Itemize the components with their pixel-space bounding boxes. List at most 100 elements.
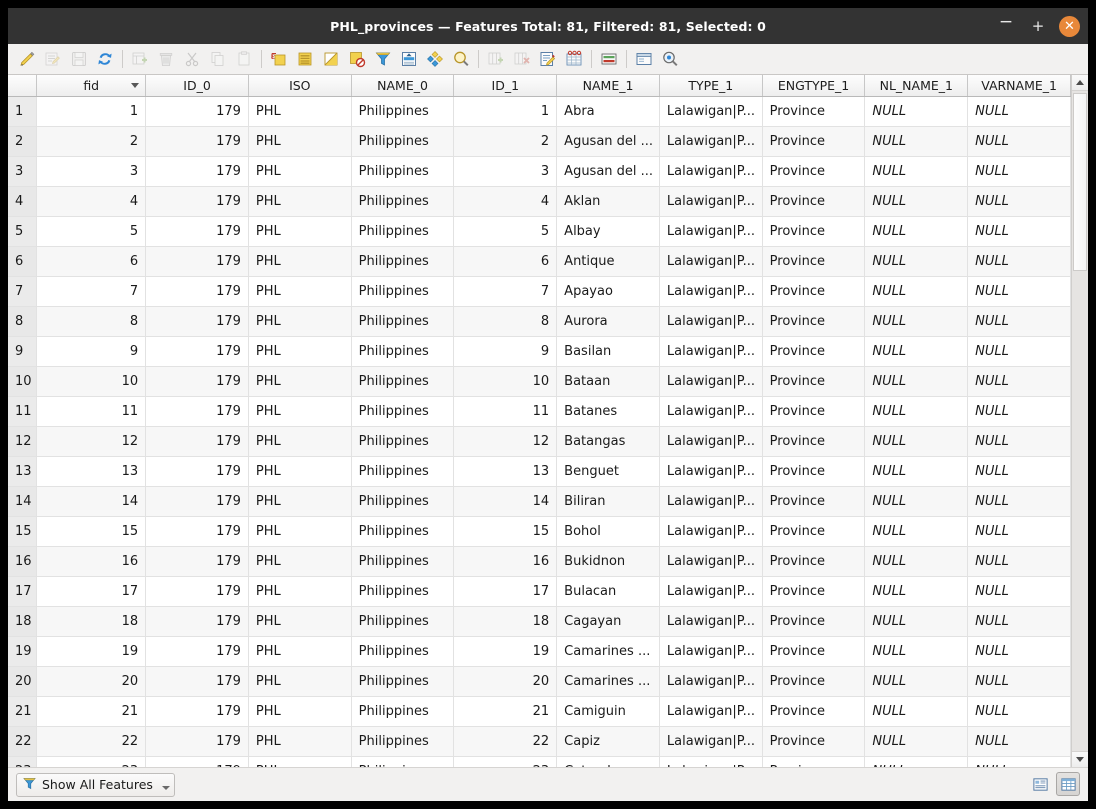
cell-name_0[interactable]: Philippines [351, 486, 454, 516]
cell-id_1[interactable]: 14 [454, 486, 557, 516]
cell-id_0[interactable]: 179 [146, 666, 249, 696]
cell-iso[interactable]: PHL [248, 606, 351, 636]
cell-engtype_1[interactable]: Province [762, 246, 865, 276]
cell-name_1[interactable]: Camarines ... [557, 636, 660, 666]
cell-id_1[interactable]: 18 [454, 606, 557, 636]
filter-selection-icon[interactable] [370, 46, 396, 72]
cell-id_1[interactable]: 4 [454, 186, 557, 216]
cell-id_1[interactable]: 3 [454, 156, 557, 186]
cell-name_0[interactable]: Philippines [351, 516, 454, 546]
table-row[interactable]: 2020179PHLPhilippines20Camarines ...Lala… [8, 666, 1071, 696]
table-row[interactable]: 99179PHLPhilippines9BasilanLalawigan|P..… [8, 336, 1071, 366]
cell-name_1[interactable]: Albay [557, 216, 660, 246]
add-feature-icon[interactable] [127, 46, 153, 72]
cell-name_1[interactable]: Bohol [557, 516, 660, 546]
cell-type_1[interactable]: Lalawigan|P... [659, 396, 762, 426]
field-calculator-icon[interactable] [535, 46, 561, 72]
table-row[interactable]: 55179PHLPhilippines5AlbayLalawigan|P...P… [8, 216, 1071, 246]
table-row[interactable]: 1212179PHLPhilippines12BatangasLalawigan… [8, 426, 1071, 456]
cell-nl_name_1[interactable]: NULL [865, 126, 968, 156]
row-header[interactable]: 23 [8, 756, 37, 767]
cell-nl_name_1[interactable]: NULL [865, 516, 968, 546]
close-button[interactable]: ✕ [1059, 16, 1080, 37]
cell-engtype_1[interactable]: Province [762, 276, 865, 306]
cell-fid[interactable]: 3 [37, 156, 146, 186]
table-row[interactable]: 1515179PHLPhilippines15BoholLalawigan|P.… [8, 516, 1071, 546]
cell-varname_1[interactable]: NULL [968, 696, 1071, 726]
cell-nl_name_1[interactable]: NULL [865, 456, 968, 486]
cell-varname_1[interactable]: NULL [968, 486, 1071, 516]
cell-id_1[interactable]: 2 [454, 126, 557, 156]
delete-field-icon[interactable] [509, 46, 535, 72]
cell-id_0[interactable]: 179 [146, 756, 249, 767]
cell-name_0[interactable]: Philippines [351, 606, 454, 636]
table-row[interactable]: 1919179PHLPhilippines19Camarines ...Lala… [8, 636, 1071, 666]
cell-type_1[interactable]: Lalawigan|P... [659, 216, 762, 246]
scroll-up-arrow-icon[interactable] [1072, 75, 1088, 91]
chevron-down-icon[interactable] [162, 786, 170, 790]
cell-id_0[interactable]: 179 [146, 456, 249, 486]
cell-fid[interactable]: 14 [37, 486, 146, 516]
cell-nl_name_1[interactable]: NULL [865, 696, 968, 726]
scroll-down-arrow-icon[interactable] [1072, 751, 1088, 767]
cell-varname_1[interactable]: NULL [968, 726, 1071, 756]
row-header[interactable]: 15 [8, 516, 37, 546]
cell-type_1[interactable]: Lalawigan|P... [659, 126, 762, 156]
cell-name_1[interactable]: Camiguin [557, 696, 660, 726]
minimize-button[interactable]: − [995, 15, 1017, 37]
cell-fid[interactable]: 4 [37, 186, 146, 216]
cell-id_0[interactable]: 179 [146, 246, 249, 276]
cell-id_0[interactable]: 179 [146, 186, 249, 216]
cell-varname_1[interactable]: NULL [968, 576, 1071, 606]
cell-id_0[interactable]: 179 [146, 726, 249, 756]
cell-id_1[interactable]: 8 [454, 306, 557, 336]
column-header-fid[interactable]: fid [37, 75, 146, 96]
cell-nl_name_1[interactable]: NULL [865, 546, 968, 576]
cell-nl_name_1[interactable]: NULL [865, 636, 968, 666]
cell-engtype_1[interactable]: Province [762, 426, 865, 456]
table-row[interactable]: 1717179PHLPhilippines17BulacanLalawigan|… [8, 576, 1071, 606]
cell-varname_1[interactable]: NULL [968, 126, 1071, 156]
cell-fid[interactable]: 9 [37, 336, 146, 366]
cell-nl_name_1[interactable]: NULL [865, 756, 968, 767]
cell-id_1[interactable]: 6 [454, 246, 557, 276]
table-row[interactable]: 1414179PHLPhilippines14BiliranLalawigan|… [8, 486, 1071, 516]
cell-name_0[interactable]: Philippines [351, 696, 454, 726]
cell-engtype_1[interactable]: Province [762, 396, 865, 426]
cell-type_1[interactable]: Lalawigan|P... [659, 156, 762, 186]
cell-id_1[interactable]: 9 [454, 336, 557, 366]
column-header-id_1[interactable]: ID_1 [454, 75, 557, 96]
titlebar[interactable]: PHL_provinces — Features Total: 81, Filt… [8, 8, 1088, 44]
paste-features-icon[interactable] [231, 46, 257, 72]
table-row[interactable]: 1111179PHLPhilippines11BatanesLalawigan|… [8, 396, 1071, 426]
cell-type_1[interactable]: Lalawigan|P... [659, 576, 762, 606]
cell-varname_1[interactable]: NULL [968, 636, 1071, 666]
cell-engtype_1[interactable]: Province [762, 456, 865, 486]
delete-selected-icon[interactable] [153, 46, 179, 72]
deselect-all-icon[interactable] [344, 46, 370, 72]
cell-type_1[interactable]: Lalawigan|P... [659, 666, 762, 696]
cell-type_1[interactable]: Lalawigan|P... [659, 696, 762, 726]
cell-type_1[interactable]: Lalawigan|P... [659, 96, 762, 126]
cell-iso[interactable]: PHL [248, 96, 351, 126]
cell-name_0[interactable]: Philippines [351, 186, 454, 216]
row-header[interactable]: 19 [8, 636, 37, 666]
cell-iso[interactable]: PHL [248, 276, 351, 306]
cell-id_1[interactable]: 20 [454, 666, 557, 696]
cell-nl_name_1[interactable]: NULL [865, 276, 968, 306]
reload-icon[interactable] [92, 46, 118, 72]
form-view-button[interactable] [1028, 772, 1052, 796]
row-header[interactable]: 13 [8, 456, 37, 486]
cell-id_1[interactable]: 19 [454, 636, 557, 666]
cell-iso[interactable]: PHL [248, 306, 351, 336]
cell-name_0[interactable]: Philippines [351, 276, 454, 306]
cell-varname_1[interactable]: NULL [968, 756, 1071, 767]
row-header[interactable]: 2 [8, 126, 37, 156]
row-header[interactable]: 21 [8, 696, 37, 726]
cell-id_1[interactable]: 16 [454, 546, 557, 576]
cell-fid[interactable]: 22 [37, 726, 146, 756]
cell-varname_1[interactable]: NULL [968, 246, 1071, 276]
cell-type_1[interactable]: Lalawigan|P... [659, 186, 762, 216]
cell-name_1[interactable]: Aurora [557, 306, 660, 336]
cell-fid[interactable]: 11 [37, 396, 146, 426]
